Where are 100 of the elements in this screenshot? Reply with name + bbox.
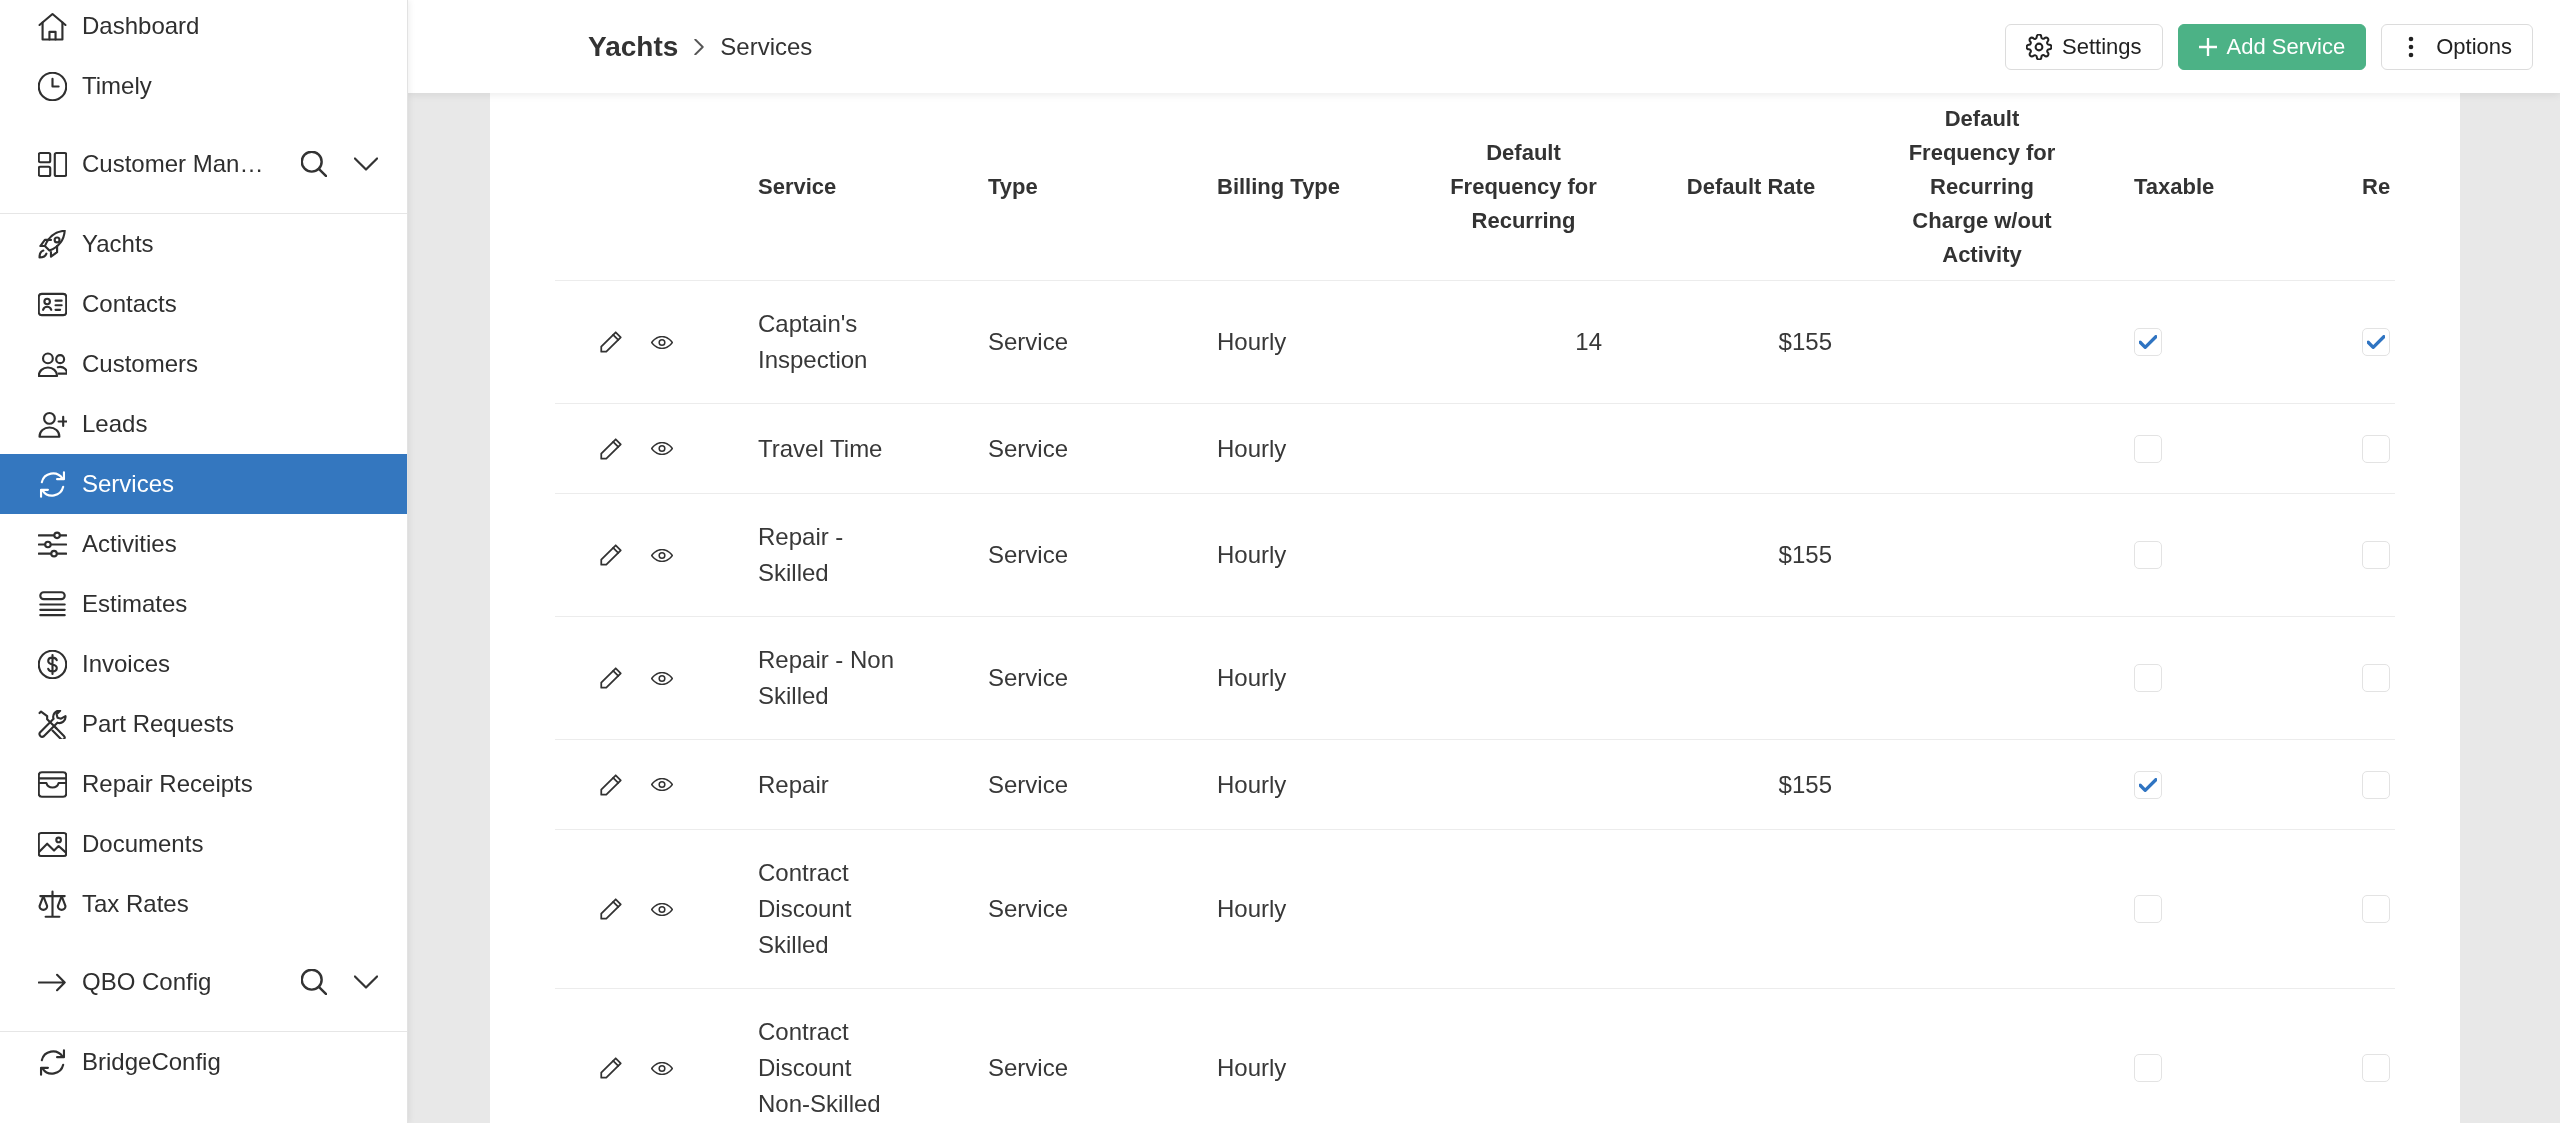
eye-icon[interactable] (651, 442, 673, 455)
billing-type: Hourly (1217, 1053, 1287, 1083)
pencil-icon[interactable] (600, 1057, 622, 1079)
nav-item[interactable]: Part Requests (0, 694, 407, 754)
nav-item[interactable]: Documents (0, 814, 407, 874)
pencil-icon[interactable] (600, 437, 622, 460)
house-icon (38, 11, 67, 41)
pencil-icon[interactable] (600, 331, 622, 353)
column-header: Service (758, 172, 837, 201)
check-icon (2367, 335, 2385, 349)
taxable-checkbox[interactable] (2134, 770, 2162, 799)
service-type: Service (988, 663, 1069, 693)
service-name: Captain's Inspection (758, 309, 869, 375)
nav-group[interactable]: Customer Man… (0, 134, 407, 194)
checkbox[interactable] (2362, 770, 2390, 799)
nav-item[interactable]: Timely (0, 56, 407, 116)
nav-item[interactable]: Dashboard (0, 0, 407, 56)
chevron-right-icon (694, 38, 705, 55)
frequency-value: 14 (1575, 327, 1602, 357)
taxable-checkbox[interactable] (2134, 328, 2162, 356)
tray-icon (38, 769, 67, 799)
nav-item[interactable]: Leads (0, 394, 407, 454)
taxable-checkbox[interactable] (2134, 895, 2162, 923)
sliders-icon (38, 529, 67, 559)
check-icon (2139, 777, 2157, 792)
taxable-checkbox[interactable] (2134, 541, 2162, 569)
breadcrumb-current: Services (720, 32, 813, 61)
service-type: Service (988, 1053, 1069, 1083)
nav-item[interactable]: Services (0, 454, 407, 514)
image-icon (38, 829, 67, 859)
stacked-lines-icon (38, 589, 67, 619)
search-icon[interactable] (301, 151, 327, 177)
nav-item[interactable]: Repair Receipts (0, 754, 407, 814)
pencil-icon[interactable] (600, 544, 622, 566)
pencil-icon[interactable] (600, 898, 622, 920)
checkbox[interactable] (2362, 1054, 2390, 1082)
checkbox[interactable] (2362, 541, 2390, 569)
eye-icon[interactable] (651, 671, 673, 685)
eye-icon[interactable] (651, 902, 673, 916)
nav-item[interactable]: Customers (0, 334, 407, 394)
nav-item[interactable]: Invoices (0, 634, 407, 694)
sync-icon (38, 469, 67, 499)
service-name: Repair (758, 769, 829, 800)
check-icon (2139, 335, 2157, 349)
plus-icon (2198, 37, 2217, 56)
taxable-checkbox[interactable] (2134, 664, 2162, 692)
chevron-down-icon[interactable] (354, 157, 378, 171)
rate-value: $155 (1778, 327, 1832, 357)
options-button[interactable]: Options (2381, 23, 2533, 70)
service-type: Service (988, 894, 1069, 924)
service-type: Service (988, 433, 1069, 464)
column-header: Taxable (2134, 172, 2215, 201)
column-header: Re (2362, 172, 2391, 201)
billing-type: Hourly (1217, 327, 1287, 357)
rocket-icon (38, 229, 67, 259)
more-icon (2408, 35, 2415, 58)
column-header: Type (988, 172, 1038, 201)
nav-item[interactable]: Estimates (0, 574, 407, 634)
clock-icon (38, 71, 67, 101)
gear-icon (2026, 33, 2053, 60)
rate-value: $155 (1778, 540, 1832, 570)
billing-type: Hourly (1217, 540, 1287, 570)
eye-icon[interactable] (651, 548, 673, 562)
taxable-checkbox[interactable] (2134, 434, 2162, 463)
eye-icon[interactable] (651, 335, 673, 349)
column-header: Default Rate (1686, 172, 1816, 201)
rate-value: $155 (1778, 769, 1832, 800)
eye-icon[interactable] (651, 778, 673, 791)
billing-type: Hourly (1217, 894, 1287, 924)
nav-item[interactable]: Yachts (0, 214, 407, 274)
service-type: Service (988, 540, 1069, 570)
scale-icon (38, 889, 67, 919)
service-name: Contract Discount Skilled (758, 858, 853, 960)
service-type: Service (988, 327, 1069, 357)
checkbox[interactable] (2362, 664, 2390, 692)
checkbox[interactable] (2362, 328, 2390, 356)
billing-type: Hourly (1217, 663, 1287, 693)
taxable-checkbox[interactable] (2134, 1054, 2162, 1082)
sync-icon (38, 1047, 67, 1077)
tools-icon (38, 709, 67, 739)
service-name: Repair - Skilled (758, 522, 845, 588)
column-header: Default Frequency for Recurring (1449, 138, 1598, 235)
nav-item[interactable]: Tax Rates (0, 874, 407, 934)
pencil-icon[interactable] (600, 773, 622, 796)
eye-icon[interactable] (651, 1061, 673, 1075)
chevron-down-icon[interactable] (354, 975, 378, 989)
billing-type: Hourly (1217, 433, 1287, 464)
nav-item[interactable]: BridgeConfig (0, 1032, 407, 1092)
settings-button[interactable]: Settings (2005, 23, 2163, 70)
checkbox[interactable] (2362, 434, 2390, 463)
service-name: Repair - Non Skilled (758, 645, 896, 711)
checkbox[interactable] (2362, 895, 2390, 923)
layout-icon (38, 149, 67, 179)
column-header: Default Frequency for Recurring Charge w/out Activity (1907, 104, 2057, 269)
search-icon[interactable] (301, 969, 327, 995)
breadcrumb-link[interactable]: Yachts (588, 30, 679, 63)
nav-item[interactable]: Activities (0, 514, 407, 574)
nav-group[interactable]: QBO Config (0, 952, 407, 1012)
pencil-icon[interactable] (600, 667, 622, 689)
nav-item[interactable]: Contacts (0, 274, 407, 334)
